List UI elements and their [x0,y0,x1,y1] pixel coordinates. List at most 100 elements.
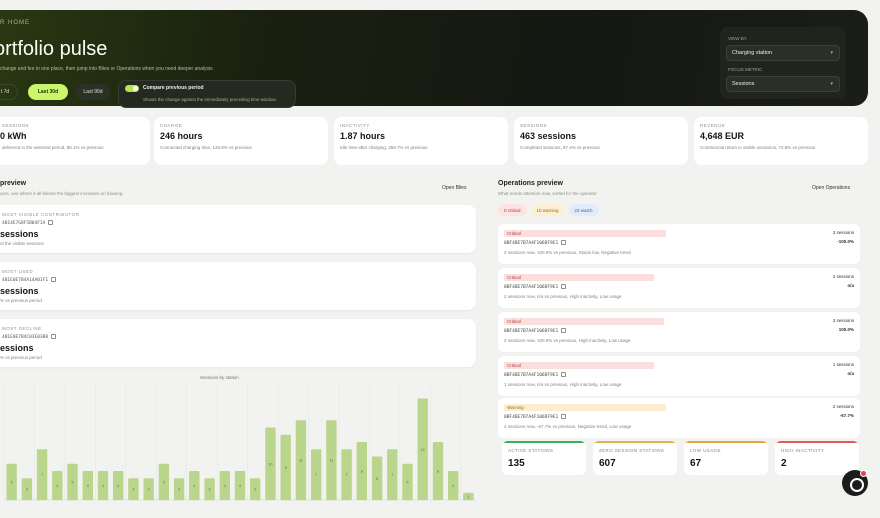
stat-label: ZERO SESSION STATIONS [599,448,665,453]
focus-metric-value: Sessions [732,81,755,87]
stat-label: HIGH INACTIVITY [781,448,825,453]
row-detail: 2 sessions now, -67.7% vs previous, Nega… [504,424,632,429]
compare-toggle[interactable] [125,85,139,92]
kpi-label: CHARGE [160,123,183,128]
focus-metric-label: FOCUS METRIC [728,67,763,72]
row-sessions: 1 sessions [832,362,854,367]
copy-icon[interactable] [561,414,567,419]
station-id-text: 0BF4BE7B7A4F106DF9E1 [504,329,559,334]
copy-icon[interactable] [561,240,567,245]
bar-value-label: 5 [163,480,165,484]
bar-value-label: 7 [391,473,393,477]
row-change: -100.0% [837,239,854,244]
severity-tag: Warning [504,404,666,411]
bar-value-label: 9 [285,466,287,470]
bar-value-label: 11 [330,459,334,463]
row-change: -67.7% [839,413,854,418]
operations-row[interactable]: Critical 0BF4BE7B7A4F106DF9E1 3 sessions… [498,312,860,352]
stat-label: LOW USAGE [690,448,721,453]
severity-tag: Critical [504,318,664,325]
copy-icon[interactable] [51,277,57,282]
card-value: sessions [0,229,39,239]
kpi-note: Idle time after charging, 359.7% vs prev… [340,145,428,150]
stat-value: 2 [781,458,787,469]
severity-tag: Critical [504,230,666,237]
stat-low-usage: LOW USAGE 67 [684,441,768,475]
preview-card-most-used[interactable]: MOST USED 4B1E0E7B4A14A01F1 sessions % v… [0,262,476,310]
bar-value-label: 7 [346,473,348,477]
copy-icon[interactable] [561,328,567,333]
kpi-label: SESSIONS [520,123,548,128]
view-by-value: Charging station [732,50,773,56]
sessions-chart: Sessions by station 5 3 7 4 5 4 4 4 3 3 5 3 4 3 4 4 3 10 9… [0,370,478,518]
stat-accent [502,441,586,443]
warning-filter-pill[interactable]: 10 warning [530,204,565,216]
bar-value-label: 4 [102,484,104,488]
row-detail: 3 sessions now, 100.0% vs previous, High… [504,338,631,343]
card-note: % vs previous period [0,298,42,303]
row-sessions: 3 sessions [832,230,854,235]
watch-filter-pill[interactable]: 23 watch [568,204,599,216]
kpi-value: 4,648 EUR [700,131,745,141]
hero-subtitle: change and fee in one place, then jump i… [0,66,213,72]
row-change: 100.0% [838,327,854,332]
kpi-label: REVENUE [700,123,726,128]
preview-section-title: preview [0,180,27,187]
range-30d-button[interactable]: Last 30d [28,84,68,100]
bar-value-label: 3 [148,488,150,492]
severity-filters: 0 critical 10 warning 23 watch [498,204,599,216]
operations-row[interactable]: Warning 0BF4BE7B7A4F106DF9E1 2 sessions … [498,398,860,438]
range-90d-button[interactable]: Last 90d [76,84,110,100]
chevron-down-icon: ▾ [830,81,833,87]
bar-value-label: 8 [437,470,439,474]
card-eyebrow: MOST DECLINE [2,326,42,331]
stat-value: 67 [690,458,702,469]
row-sessions: 2 sessions [832,274,854,279]
kpi-note: Connected charging time, 120.8% vs previ… [160,145,252,150]
card-note: of the visible sessions [0,241,44,246]
bar-value-label: 8 [361,470,363,474]
kpi-value: 463 sessions [520,131,577,141]
critical-filter-pill[interactable]: 0 critical [498,204,527,216]
hero-eyebrow: R HOME [0,20,30,26]
row-change: n/a [847,371,854,376]
bar-value-label: 4 [117,484,119,488]
card-eyebrow: MOST VISIBLE CONTRIBUTOR [2,212,80,217]
row-sessions: 3 sessions [832,318,854,323]
kpi-card-charge: CHARGE 246 hours Connected charging time… [154,117,328,165]
bar-value-label: 6 [376,477,378,481]
operations-row[interactable]: Critical 0BF4BE7B7A4F106DF9E1 1 sessions… [498,356,860,396]
operations-row[interactable]: Critical 0BF4BE7B7A4F106DF9E1 3 sessions… [498,224,860,264]
operations-row[interactable]: Critical 0BF4BE7B7A4F106DF9E1 2 sessions… [498,268,860,308]
kpi-value: 246 hours [160,131,203,141]
severity-tag: Critical [504,274,654,281]
copy-icon[interactable] [561,372,567,377]
bar-value-label: 4 [224,484,226,488]
range-7d-button[interactable]: t 7d [0,84,18,100]
kpi-label: INACTIVITY [340,123,370,128]
station-id-text: 4B1E0E7B4C03E03B8 [2,335,49,340]
sessions-bar-chart: 5 3 7 4 5 4 4 4 3 3 5 3 4 3 4 4 3 10 9 11 7 11 7 8 6 7 5 14 8 4 1 [3,384,476,501]
kpi-note: delivered in the selected period, 86.1% … [2,145,104,150]
view-by-select[interactable]: Charging station ▾ [726,45,840,61]
open-blies-link[interactable]: Open Blies [442,185,466,191]
open-operations-link[interactable]: Open Operations [812,185,850,191]
bar-value-label: 11 [299,459,303,463]
stat-zero-session: ZERO SESSION STATIONS 607 [593,441,677,475]
row-detail: 3 sessions now, 100.0% vs previous, Stas… [504,250,631,255]
compare-toggle-panel: Compare previous period Shows the change… [118,80,296,108]
bar-value-label: 4 [193,484,195,488]
preview-card-decline[interactable]: MOST DECLINE 4B1E0E7B4C03E03B8 essions %… [0,319,476,367]
focus-metric-select[interactable]: Sessions ▾ [726,76,840,92]
bar-value-label: 5 [72,480,74,484]
bar-value-label: 5 [407,480,409,484]
copy-icon[interactable] [48,220,54,225]
preview-card-contributor[interactable]: MOST VISIBLE CONTRIBUTOR 4B14E7G8F5B04F1… [0,205,476,253]
station-id-text: 4B14E7G8F5B04F1A [2,221,46,226]
copy-icon[interactable] [51,334,57,339]
station-id-text: 0BF4BE7B7A4F106DF9E1 [504,241,559,246]
card-value: essions [0,343,34,353]
copy-icon[interactable] [561,284,567,289]
kpi-value: 0 kWh [0,131,27,141]
compare-description: Shows the change against the immediately… [143,97,277,102]
